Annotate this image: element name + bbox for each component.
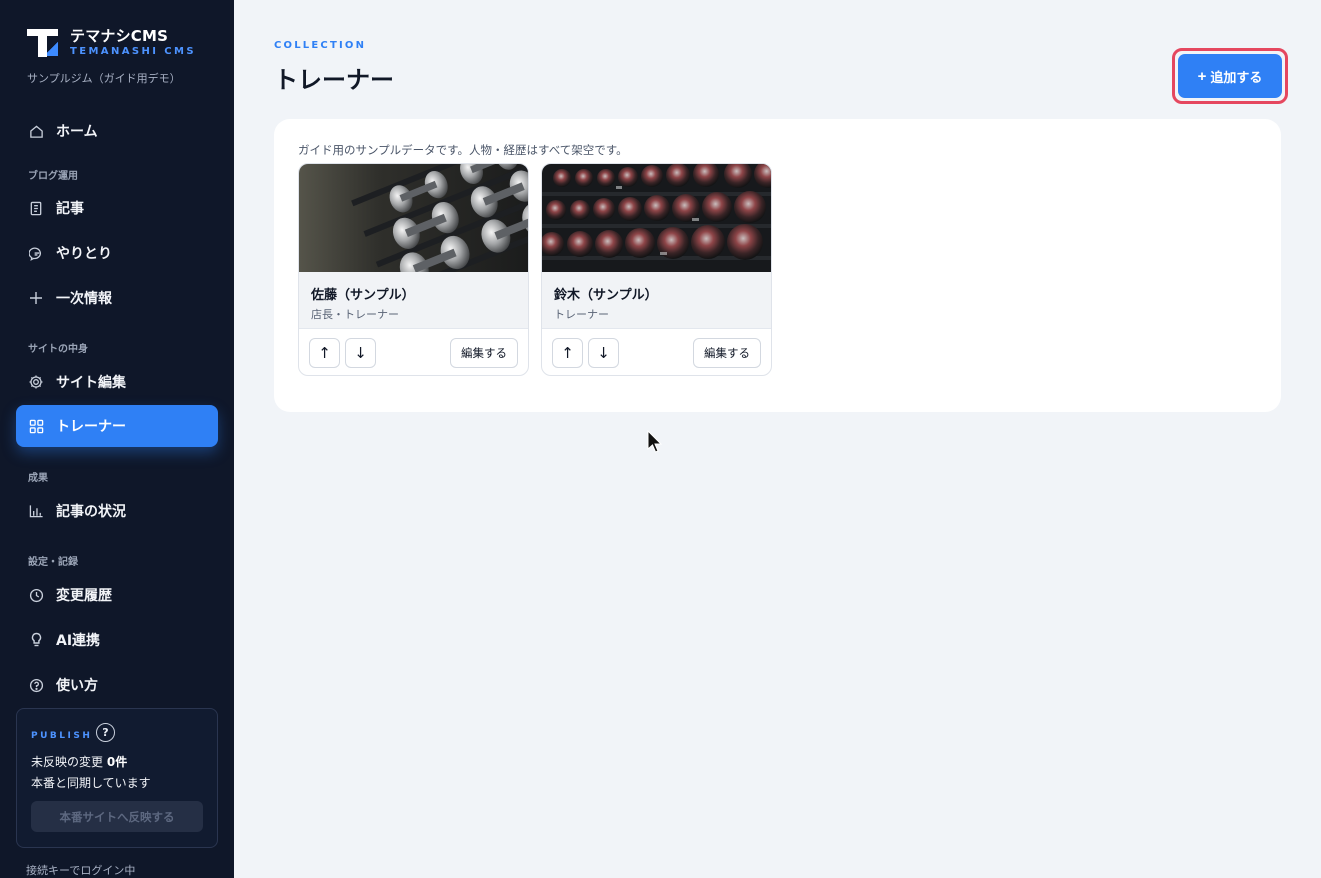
sidebar-item-ai[interactable]: AI連携 [16, 619, 218, 661]
mouse-cursor-icon [647, 430, 663, 453]
edit-button[interactable]: 編集する [693, 338, 761, 368]
brand[interactable]: テマナシCMS TEMANASHI CMS [27, 27, 196, 59]
sidebar-item-exchanges[interactable]: やりとり [16, 232, 218, 274]
document-icon [28, 200, 44, 216]
sidebar-item-article-status[interactable]: 記事の状況 [16, 490, 218, 532]
sidebar-item-history[interactable]: 変更履歴 [16, 574, 218, 616]
clock-icon [28, 587, 44, 603]
sidebar-section-settings: 設定・記録 [28, 557, 78, 568]
plus-icon [28, 290, 44, 306]
sidebar-item-home[interactable]: ホーム [16, 110, 218, 152]
sidebar-item-usage[interactable]: 使い方 [16, 664, 218, 706]
edit-button[interactable]: 編集する [450, 338, 518, 368]
brand-name: テマナシCMS [70, 27, 169, 45]
publish-panel: PUBLISH ? 未反映の変更 0件 本番と同期しています 本番サイトへ反映す… [16, 708, 218, 848]
help-circle-icon [28, 677, 44, 693]
trainer-name: 佐藤（サンプル） [311, 288, 415, 303]
move-up-button[interactable]: ↑ [309, 338, 340, 368]
sync-status: 本番と同期しています [31, 776, 151, 790]
page-title: トレーナー [274, 66, 394, 94]
plus-icon: + [1197, 67, 1207, 85]
move-down-button[interactable]: ↓ [588, 338, 619, 368]
site-name: サンプルジム（ガイド用デモ） [27, 72, 181, 85]
sidebar-item-label: 一次情報 [56, 291, 112, 307]
trainer-photo [542, 164, 771, 272]
sidebar-item-articles[interactable]: 記事 [16, 187, 218, 229]
brand-logo-icon [27, 27, 59, 59]
pending-changes-label: 未反映の変更 [31, 755, 104, 769]
sidebar-section-results: 成果 [28, 473, 48, 484]
move-up-button[interactable]: ↑ [552, 338, 583, 368]
home-icon [28, 123, 44, 139]
trainer-card: 鈴木（サンプル） トレーナー ↑ ↓ 編集する [541, 163, 772, 376]
sidebar-item-label: ホーム [56, 124, 98, 140]
trainer-photo [299, 164, 528, 272]
move-down-button[interactable]: ↓ [345, 338, 376, 368]
pending-changes-count: 0件 [106, 755, 128, 769]
sidebar-item-label: 記事 [56, 201, 84, 217]
login-status: 接続キーでログイン中 [26, 864, 136, 877]
add-button-label: 追加する [1210, 69, 1263, 85]
gear-icon [28, 374, 44, 390]
publish-button[interactable]: 本番サイトへ反映する [31, 801, 203, 832]
sidebar: テマナシCMS TEMANASHI CMS サンプルジム（ガイド用デモ） ホーム… [0, 0, 234, 878]
brand-subtitle: TEMANASHI CMS [70, 46, 196, 57]
chat-bubble-icon [28, 245, 44, 261]
sidebar-item-label: サイト編集 [56, 375, 126, 391]
panel-note: ガイド用のサンプルデータです。人物・経歴はすべて架空です。 [298, 143, 628, 157]
page-kicker: COLLECTION [274, 40, 367, 51]
sidebar-section-site: サイトの中身 [28, 344, 88, 355]
sidebar-item-label: 使い方 [56, 678, 98, 694]
publish-label: PUBLISH [31, 731, 93, 741]
trainer-name: 鈴木（サンプル） [554, 288, 658, 303]
help-icon[interactable]: ? [96, 723, 115, 742]
sidebar-section-blog: ブログ運用 [28, 171, 78, 182]
trainer-card: 佐藤（サンプル） 店長・トレーナー ↑ ↓ 編集する [298, 163, 529, 376]
trainer-role: トレーナー [554, 308, 609, 321]
trainer-info: 佐藤（サンプル） 店長・トレーナー [299, 272, 528, 329]
lightbulb-icon [28, 632, 44, 648]
trainer-panel: ガイド用のサンプルデータです。人物・経歴はすべて架空です。 佐藤（サンプル） 店… [274, 119, 1281, 412]
sidebar-item-label: AI連携 [56, 633, 101, 649]
grid-icon [28, 418, 44, 434]
sidebar-item-label: 変更履歴 [56, 588, 112, 604]
trainer-info: 鈴木（サンプル） トレーナー [542, 272, 771, 329]
pending-changes: 未反映の変更 0件 [31, 753, 127, 770]
sidebar-item-label: 記事の状況 [56, 504, 126, 520]
add-button[interactable]: + 追加する [1178, 54, 1282, 98]
sidebar-item-label: やりとり [56, 246, 112, 262]
sidebar-item-site-edit[interactable]: サイト編集 [16, 361, 218, 403]
bar-chart-icon [28, 503, 44, 519]
sidebar-item-label: トレーナー [56, 419, 126, 435]
sidebar-item-primary-info[interactable]: 一次情報 [16, 277, 218, 319]
trainer-role: 店長・トレーナー [311, 308, 399, 321]
sidebar-item-trainers[interactable]: トレーナー [16, 405, 218, 447]
